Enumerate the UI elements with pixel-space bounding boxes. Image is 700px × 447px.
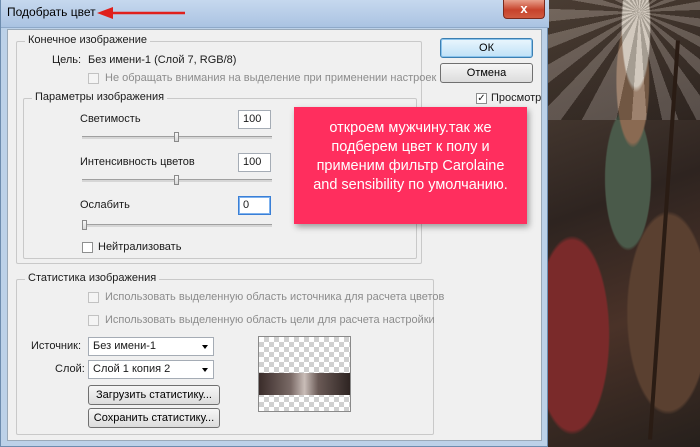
save-statistics-button[interactable]: Сохранить статистику... (88, 408, 220, 428)
close-icon: x (520, 1, 528, 16)
source-select[interactable]: Без имени-1 (88, 337, 214, 356)
ignore-selection-label: Не обращать внимания на выделение при пр… (105, 72, 437, 84)
color-intensity-input[interactable]: 100 (238, 153, 271, 172)
luminance-input[interactable]: 100 (238, 110, 271, 129)
chevron-down-icon (202, 368, 208, 372)
fade-input[interactable]: 0 (238, 196, 271, 215)
fade-slider-thumb[interactable] (82, 220, 87, 230)
use-source-selection-checkbox[interactable] (88, 292, 99, 303)
neutralize-checkbox[interactable] (82, 242, 93, 253)
target-label: Цель: (52, 54, 82, 66)
target-value: Без имени-1 (Слой 7, RGB/8) (88, 54, 237, 66)
use-target-selection-checkbox[interactable] (88, 315, 99, 326)
dialog-client-area: Конечное изображение Цель: Без имени-1 (… (7, 29, 542, 441)
close-button[interactable]: x (503, 0, 545, 19)
annotation-note-text: откроем мужчину.так же подберем цвет к п… (313, 120, 508, 193)
source-label: Источник: (31, 340, 82, 352)
final-image-legend: Конечное изображение (25, 34, 150, 46)
use-target-selection-label: Использовать выделенную область цели для… (105, 314, 435, 326)
preview-label: Просмотр (491, 92, 542, 104)
layer-label: Слой: (55, 363, 85, 375)
image-options-legend: Параметры изображения (32, 91, 168, 103)
preview-checkbox[interactable]: ✓ (476, 93, 487, 104)
image-statistics-legend: Статистика изображения (25, 272, 160, 284)
cancel-button[interactable]: Отмена (440, 63, 533, 83)
color-intensity-label: Интенсивность цветов (80, 156, 195, 168)
titlebar[interactable]: Подобрать цвет x (1, 0, 549, 28)
neutralize-label: Нейтрализовать (98, 241, 182, 253)
load-statistics-button[interactable]: Загрузить статистику... (88, 385, 220, 405)
fade-label: Ослабить (80, 199, 130, 211)
use-source-selection-label: Использовать выделенную область источник… (105, 291, 445, 303)
annotation-note: откроем мужчину.так же подберем цвет к п… (294, 107, 527, 224)
red-arrow-icon (97, 7, 185, 19)
luminance-label: Светимость (80, 113, 141, 125)
layer-select-value: Слой 1 копия 2 (93, 363, 171, 375)
luminance-slider-thumb[interactable] (174, 132, 179, 142)
statistics-preview-thumbnail (258, 336, 351, 412)
ignore-selection-checkbox[interactable] (88, 73, 99, 84)
preview-image (259, 373, 350, 395)
fade-slider-track (82, 224, 272, 227)
image-statistics-group: Статистика изображения Использовать выде… (16, 272, 444, 435)
window-title: Подобрать цвет (7, 5, 96, 19)
layer-select[interactable]: Слой 1 копия 2 (88, 360, 214, 379)
chevron-down-icon (202, 345, 208, 349)
source-select-value: Без имени-1 (93, 340, 157, 352)
ok-button[interactable]: ОК (440, 38, 533, 58)
color-intensity-slider-thumb[interactable] (174, 175, 179, 185)
